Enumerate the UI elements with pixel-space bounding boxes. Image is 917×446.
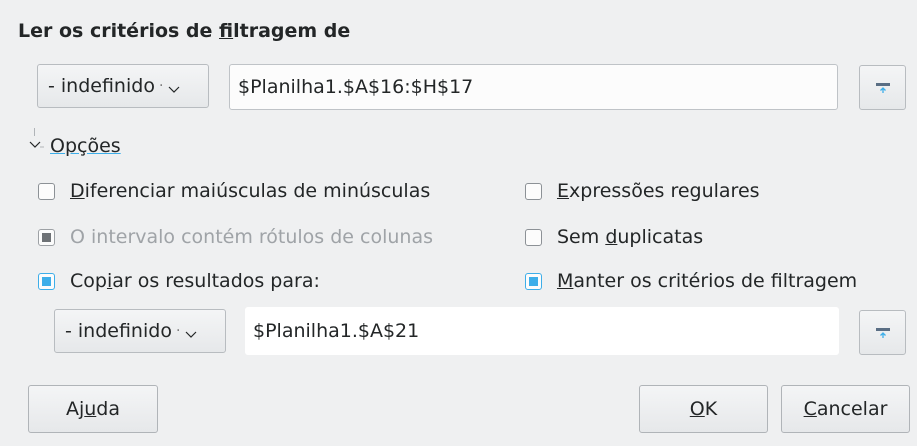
filter-criteria-heading: Ler os critérios de filtragem de bbox=[18, 20, 351, 42]
chevron-down-icon bbox=[184, 324, 198, 338]
copy-target-combo-value: - indefinido bbox=[65, 320, 172, 342]
copy-target-range-value: $Planilha1.$A$21 bbox=[253, 320, 420, 342]
ok-button[interactable]: OK bbox=[639, 385, 768, 433]
help-button[interactable]: Ajuda bbox=[28, 385, 158, 433]
options-expander[interactable]: Opções bbox=[28, 135, 121, 157]
chevron-down-icon bbox=[167, 79, 181, 93]
source-range-value: $Planilha1.$A$16:$H$17 bbox=[238, 76, 474, 98]
chevron-down-icon bbox=[28, 135, 44, 157]
source-combo-value: - indefinido bbox=[48, 75, 155, 97]
source-range-combo[interactable]: - indefinido · bbox=[37, 64, 209, 108]
copy-target-combo[interactable]: - indefinido · bbox=[54, 309, 226, 353]
source-range-field[interactable]: $Planilha1.$A$16:$H$17 bbox=[229, 64, 838, 110]
checkbox-box[interactable] bbox=[525, 182, 542, 200]
checkbox-box[interactable] bbox=[38, 272, 55, 290]
cancel-button[interactable]: Cancelar bbox=[781, 385, 910, 433]
keep-criteria-checkbox[interactable]: Manter os critérios de filtragem bbox=[525, 270, 857, 292]
checkbox-box[interactable] bbox=[38, 182, 55, 200]
options-expander-label: Opções bbox=[50, 135, 121, 157]
copy-results-checkbox[interactable]: Copiar os resultados para: bbox=[38, 270, 320, 292]
checkbox-box[interactable] bbox=[525, 272, 542, 290]
shrink-dialog-icon bbox=[875, 77, 891, 99]
checkbox-box bbox=[38, 228, 55, 246]
checkbox-box[interactable] bbox=[525, 228, 542, 246]
shrink-copy-target-button[interactable] bbox=[859, 310, 906, 355]
copy-target-range-field[interactable]: $Planilha1.$A$21 bbox=[245, 307, 839, 355]
shrink-dialog-icon bbox=[875, 322, 891, 344]
case-sensitive-checkbox[interactable]: Diferenciar maiúsculas de minúsculas bbox=[38, 180, 430, 202]
shrink-source-button[interactable] bbox=[859, 65, 906, 110]
contains-labels-checkbox: O intervalo contém rótulos de colunas bbox=[38, 226, 433, 248]
regex-checkbox[interactable]: Expressões regulares bbox=[525, 180, 760, 202]
no-duplicates-checkbox[interactable]: Sem duplicatas bbox=[525, 226, 703, 248]
